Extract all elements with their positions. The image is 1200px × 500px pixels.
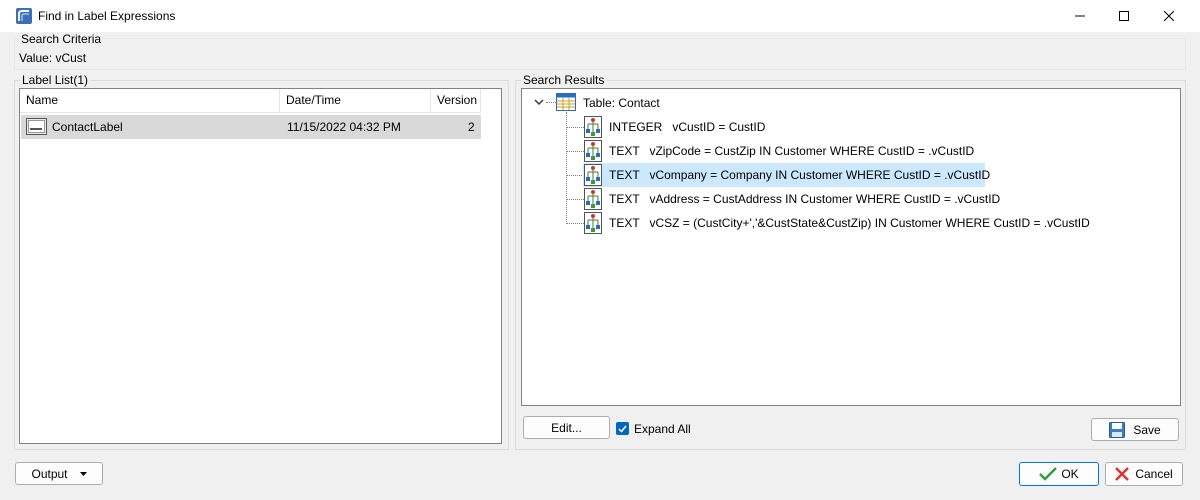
expand-all-checkbox[interactable] bbox=[616, 422, 629, 435]
cancel-x-icon bbox=[1115, 467, 1130, 481]
collapse-chevron-icon[interactable] bbox=[534, 98, 544, 106]
cancel-button-label: Cancel bbox=[1135, 467, 1173, 481]
expression-node[interactable]: INTEGER vCustID = CustID bbox=[609, 120, 765, 134]
column-header-version[interactable]: Version bbox=[431, 89, 481, 113]
row-datetime: 11/15/2022 04:32 PM bbox=[287, 120, 401, 134]
title-bar: Find in Label Expressions bbox=[0, 0, 1200, 32]
expression-icon bbox=[584, 212, 602, 234]
row-name: ContactLabel bbox=[52, 120, 123, 134]
save-button[interactable]: Save bbox=[1091, 418, 1179, 441]
app-icon bbox=[16, 8, 32, 24]
label-file-icon bbox=[26, 118, 47, 135]
expression-icon bbox=[584, 116, 602, 138]
output-button-label: Output bbox=[31, 466, 68, 481]
tree-connector bbox=[566, 175, 584, 176]
search-criteria-group bbox=[14, 38, 1186, 70]
maximize-button[interactable] bbox=[1101, 0, 1147, 32]
save-button-label: Save bbox=[1133, 422, 1161, 437]
column-header-datetime[interactable]: Date/Time bbox=[280, 89, 431, 113]
label-list-legend: Label List(1) bbox=[20, 73, 91, 87]
expand-all-label[interactable]: Expand All bbox=[634, 422, 691, 436]
dropdown-arrow-icon bbox=[79, 471, 87, 476]
ok-check-icon bbox=[1039, 467, 1058, 481]
search-results-legend: Search Results bbox=[521, 73, 607, 87]
search-results-tree[interactable]: Table: Contact INTEGER vCustID = CustID T… bbox=[521, 88, 1181, 406]
tree-connector bbox=[566, 112, 567, 222]
save-disk-icon bbox=[1109, 421, 1126, 438]
table-icon bbox=[556, 93, 576, 111]
tree-connector bbox=[566, 151, 584, 152]
tree-connector bbox=[566, 223, 584, 224]
expression-node[interactable]: TEXT vAddress = CustAddress IN Customer … bbox=[609, 192, 1000, 206]
output-dropdown-button[interactable]: Output bbox=[15, 462, 103, 485]
checkmark-icon bbox=[618, 425, 627, 433]
expression-node[interactable]: TEXT vZipCode = CustZip IN Customer WHER… bbox=[609, 144, 974, 158]
expression-icon bbox=[584, 164, 602, 186]
minimize-button[interactable] bbox=[1057, 0, 1103, 32]
cancel-button[interactable]: Cancel bbox=[1105, 462, 1183, 486]
column-header-name[interactable]: Name bbox=[20, 89, 280, 113]
search-value-text: Value: vCust bbox=[19, 51, 87, 65]
row-version: 2 bbox=[468, 120, 475, 134]
table-row[interactable]: ContactLabel 11/15/2022 04:32 PM 2 bbox=[21, 115, 481, 139]
edit-button[interactable]: Edit... bbox=[523, 416, 610, 439]
edit-button-label: Edit... bbox=[551, 420, 582, 435]
close-button[interactable] bbox=[1146, 0, 1192, 32]
ok-button-label: OK bbox=[1061, 467, 1079, 481]
search-criteria-legend: Search Criteria bbox=[19, 32, 104, 46]
tree-connector bbox=[566, 199, 584, 200]
tree-connector bbox=[566, 127, 584, 128]
expression-node[interactable]: TEXT vCSZ = (CustCity+','&CustState&Cust… bbox=[609, 216, 1090, 230]
expression-node[interactable]: TEXT vCompany = Company IN Customer WHER… bbox=[609, 168, 990, 182]
ok-button[interactable]: OK bbox=[1019, 462, 1099, 486]
window-title: Find in Label Expressions bbox=[38, 9, 176, 23]
maximize-icon bbox=[1119, 11, 1129, 21]
close-icon bbox=[1164, 11, 1174, 21]
expression-icon bbox=[584, 188, 602, 210]
minimize-icon bbox=[1075, 15, 1085, 17]
table-node-label[interactable]: Table: Contact bbox=[583, 96, 660, 110]
label-list-table[interactable]: Name Date/Time Version ContactLabel 11/1… bbox=[19, 88, 502, 444]
tree-connector bbox=[546, 102, 556, 103]
expression-icon bbox=[584, 140, 602, 162]
